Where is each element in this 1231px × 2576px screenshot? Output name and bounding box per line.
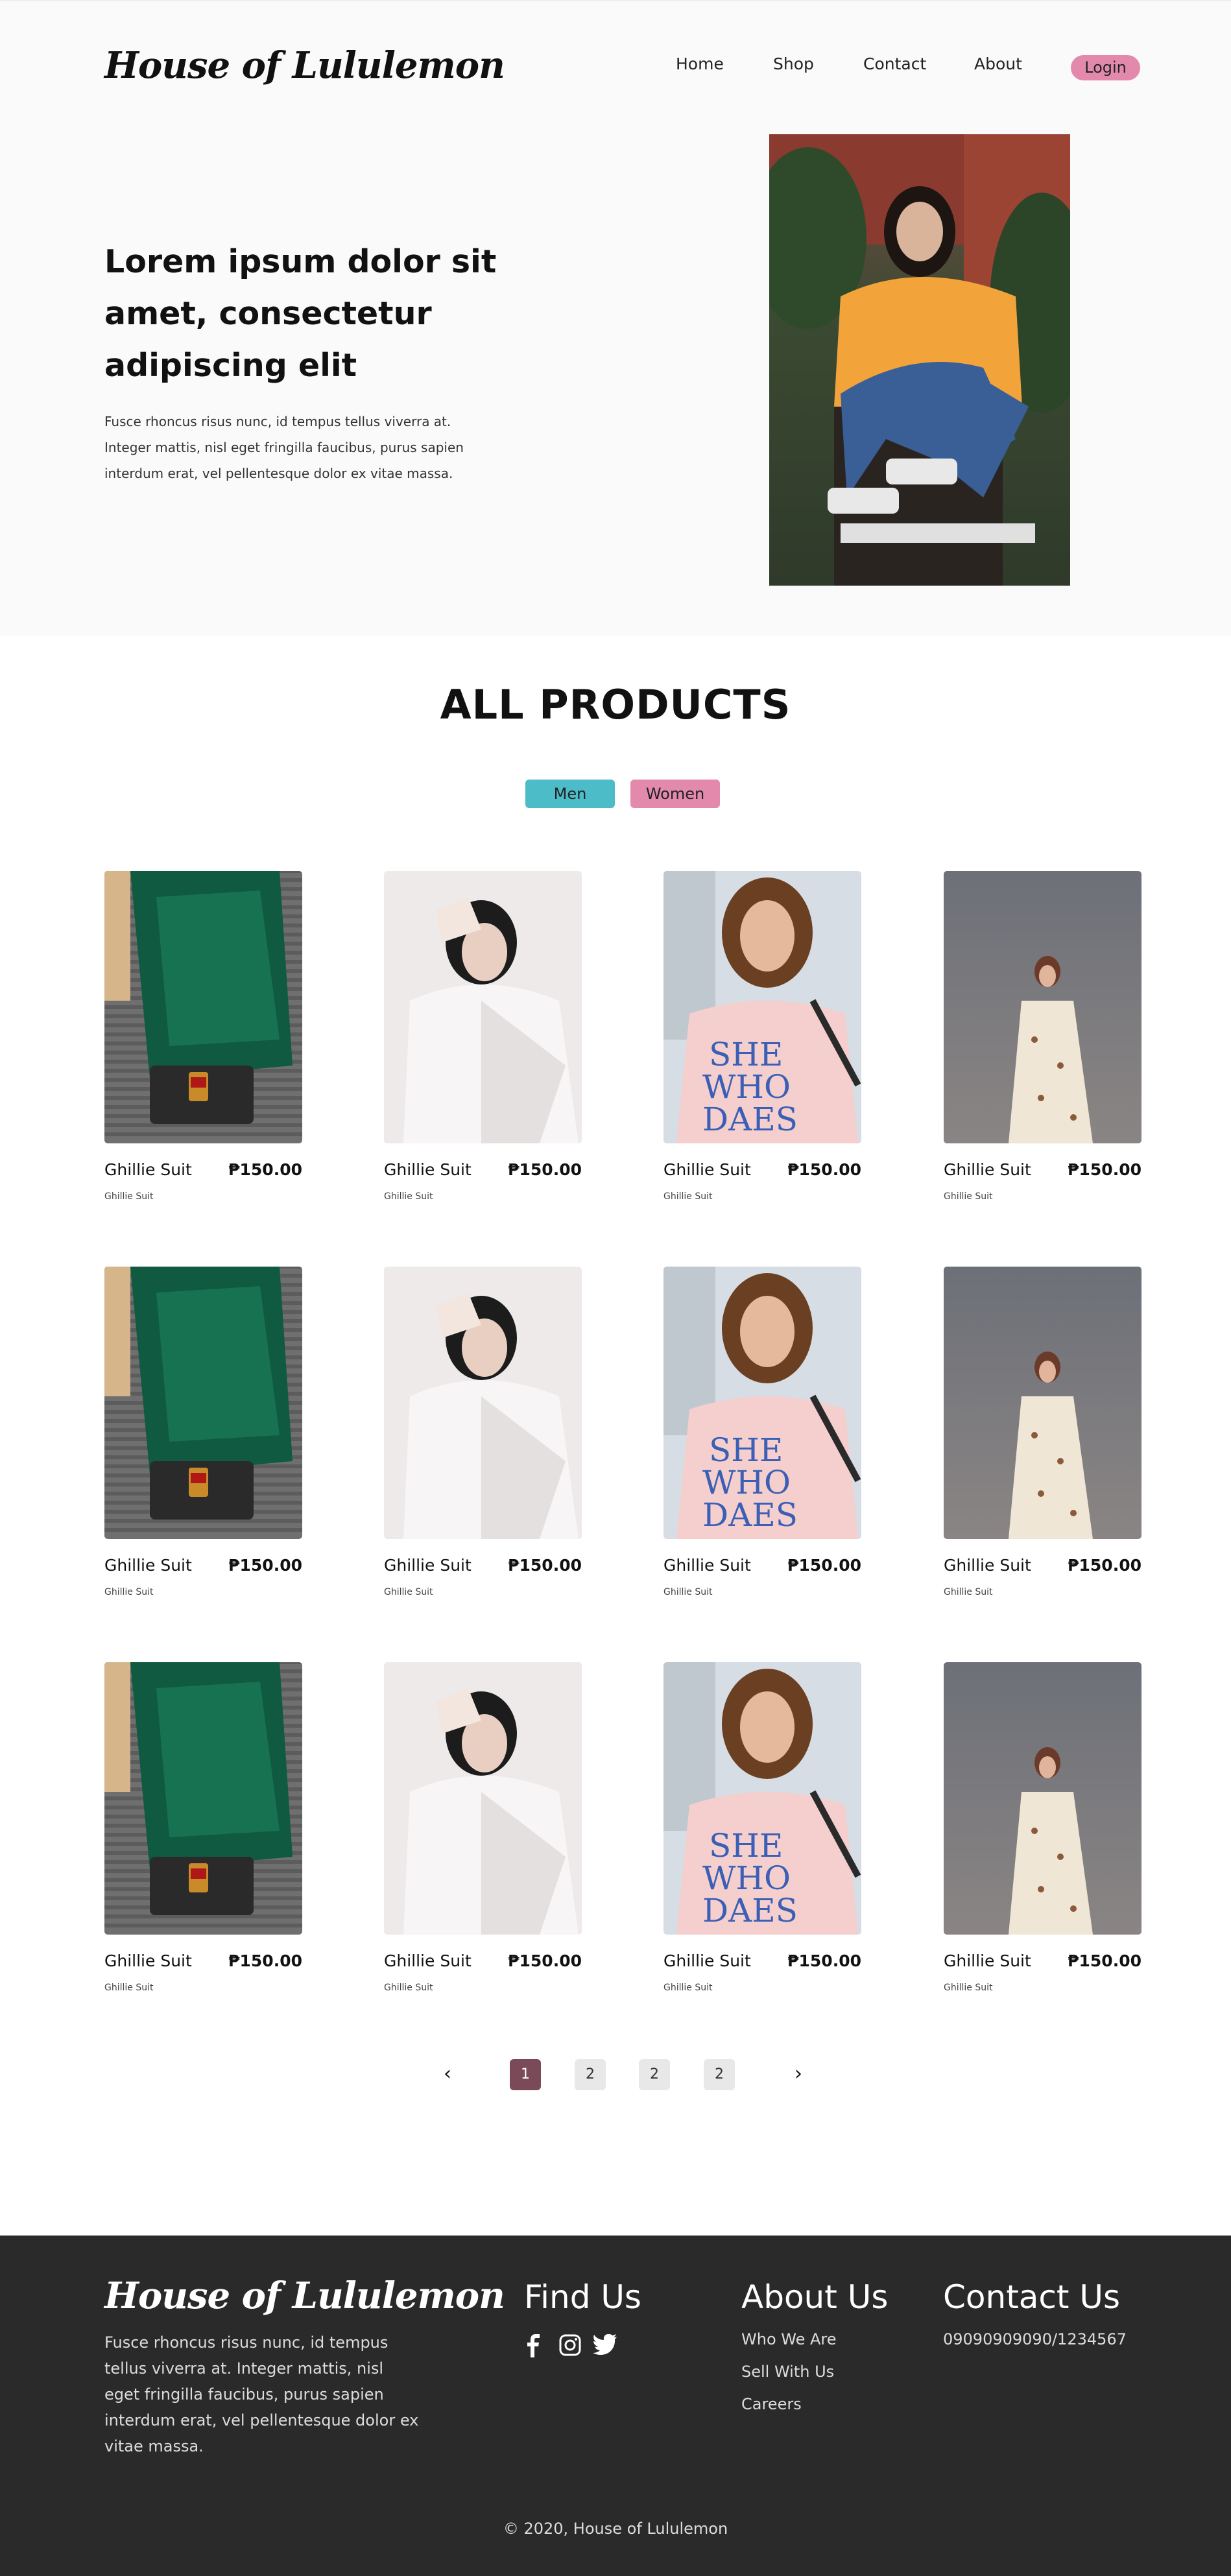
copyright: © 2020, House of Lululemon [503,2520,728,2538]
product-name[interactable]: Ghillie Suit [944,1556,1031,1575]
product-price: ₱150.00 [228,1556,302,1575]
product-price: ₱150.00 [508,1160,582,1179]
page-button-3[interactable]: 2 [639,2059,670,2090]
product-name[interactable]: Ghillie Suit [663,1951,751,1970]
product-subtitle: Ghillie Suit [384,1983,433,1993]
product-price: ₱150.00 [508,1556,582,1575]
svg-text:DAES: DAES [702,1496,798,1534]
nav-home[interactable]: Home [676,54,724,73]
hero-text: Fusce rhoncus risus nunc, id tempus tell… [104,414,464,481]
product-name[interactable]: Ghillie Suit [944,1951,1031,1970]
footer-brand[interactable]: House of Lululemon [104,2274,505,2317]
product-image[interactable]: SHE WHO DAES [663,1267,861,1539]
product-price: ₱150.00 [1068,1556,1141,1575]
product-image[interactable] [944,871,1141,1143]
nav-about[interactable]: About [974,54,1022,73]
product-subtitle: Ghillie Suit [663,1191,713,1202]
product-price: ₱150.00 [1068,1160,1141,1179]
section-title: ALL PRODUCTS [440,681,791,728]
product-image[interactable]: SHE WHO DAES [663,1662,861,1935]
product-image[interactable] [104,1267,302,1539]
hero-title: Lorem ipsum dolor sit amet, consectetur … [104,243,497,384]
product-name[interactable]: Ghillie Suit [663,1556,751,1575]
nav-shop[interactable]: Shop [773,54,814,73]
product-subtitle: Ghillie Suit [663,1587,713,1597]
product-subtitle: Ghillie Suit [104,1191,154,1202]
product-name[interactable]: Ghillie Suit [384,1556,472,1575]
login-button[interactable]: Login [1071,55,1140,80]
product-image[interactable]: SHE WHO DAES [663,871,861,1143]
page-button-1[interactable]: 1 [510,2059,541,2090]
product-name[interactable]: Ghillie Suit [104,1951,192,1970]
product-image[interactable] [384,871,582,1143]
product-price: ₱150.00 [787,1951,861,1970]
page-button-2[interactable]: 2 [575,2059,606,2090]
product-subtitle: Ghillie Suit [104,1983,154,1993]
product-price: ₱150.00 [228,1951,302,1970]
link-sell-with-us[interactable]: Sell With Us [741,2363,834,2381]
product-price: ₱150.00 [787,1160,861,1179]
link-who-we-are[interactable]: Who We Are [741,2330,837,2348]
filter-women-button[interactable]: Women [630,780,720,808]
product-name[interactable]: Ghillie Suit [104,1160,192,1179]
product-image[interactable] [104,871,302,1143]
product-subtitle: Ghillie Suit [384,1191,433,1202]
brand-logo[interactable]: House of Lululemon [104,44,505,87]
svg-text:DAES: DAES [702,1101,798,1138]
product-image[interactable] [384,1267,582,1539]
footer: House of Lululemon Fusce rhoncus risus n… [0,2236,1231,2576]
twitter-icon[interactable] [593,2334,619,2360]
product-image[interactable] [944,1662,1141,1935]
nav-contact[interactable]: Contact [863,54,926,73]
product-price: ₱150.00 [787,1556,861,1575]
product-image[interactable] [944,1267,1141,1539]
product-image[interactable] [104,1662,302,1935]
find-us-heading: Find Us [524,2278,641,2316]
instagram-icon[interactable] [559,2334,585,2360]
hero-section: House of Lululemon Home Shop Contact Abo… [0,0,1231,636]
product-image[interactable] [384,1662,582,1935]
about-us-heading: About Us [741,2278,889,2316]
product-name[interactable]: Ghillie Suit [384,1160,472,1179]
svg-text:DAES: DAES [702,1892,798,1929]
facebook-icon[interactable] [525,2334,551,2360]
link-careers[interactable]: Careers [741,2395,802,2413]
product-name[interactable]: Ghillie Suit [384,1951,472,1970]
product-subtitle: Ghillie Suit [384,1587,433,1597]
chevron-right-icon[interactable]: › [785,2061,811,2087]
contact-phone: 09090909090/1234567 [943,2330,1127,2348]
product-price: ₱150.00 [508,1951,582,1970]
product-subtitle: Ghillie Suit [104,1587,154,1597]
product-subtitle: Ghillie Suit [944,1587,993,1597]
product-subtitle: Ghillie Suit [663,1983,713,1993]
product-name[interactable]: Ghillie Suit [944,1160,1031,1179]
product-name[interactable]: Ghillie Suit [104,1556,192,1575]
product-price: ₱150.00 [1068,1951,1141,1970]
contact-us-heading: Contact Us [943,2278,1121,2316]
chevron-left-icon[interactable]: ‹ [435,2061,460,2087]
footer-about-text: Fusce rhoncus risus nunc, id tempus tell… [104,2333,419,2455]
page-button-4[interactable]: 2 [704,2059,735,2090]
product-price: ₱150.00 [228,1160,302,1179]
product-name[interactable]: Ghillie Suit [663,1160,751,1179]
product-subtitle: Ghillie Suit [944,1983,993,1993]
filter-men-button[interactable]: Men [525,780,615,808]
product-subtitle: Ghillie Suit [944,1191,993,1202]
hero-image [769,134,1070,586]
